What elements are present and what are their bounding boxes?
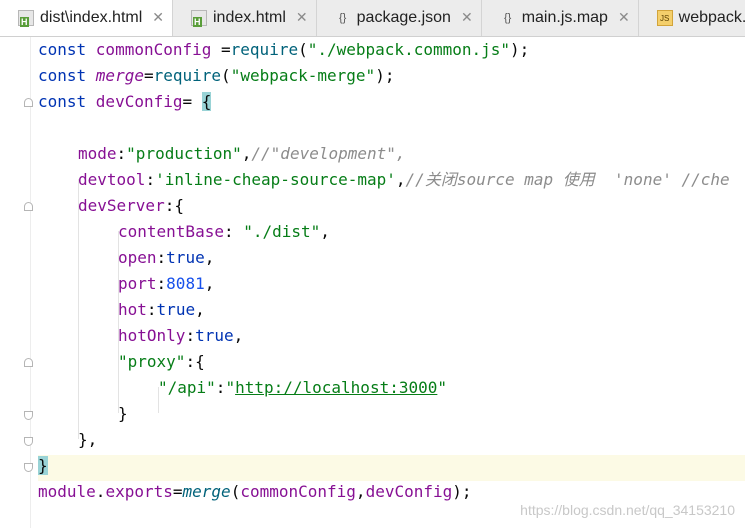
- current-line-highlight: [38, 455, 745, 481]
- json-file-icon: [500, 10, 516, 26]
- code-line-14: "/api":"http://localhost:3000": [158, 378, 448, 397]
- html-file-icon: [18, 10, 34, 27]
- code-line-10: port:8081,: [118, 274, 215, 293]
- html-file-icon: [191, 10, 207, 27]
- matched-brace: {: [201, 92, 212, 111]
- close-tab-icon[interactable]: ✕: [461, 10, 473, 26]
- code-line-3: const devConfig= {: [38, 92, 212, 111]
- code-line-1: const commonConfig =require("./webpack.c…: [38, 40, 530, 59]
- tab-main-js-map[interactable]: main.js.map ✕: [482, 0, 639, 36]
- tab-label: main.js.map: [521, 9, 608, 26]
- matched-brace: }: [38, 456, 48, 475]
- tab-label: webpack.co: [678, 9, 745, 26]
- code-line-11: hot:true,: [118, 300, 205, 319]
- code-line-6: devtool:'inline-cheap-source-map',//关闭so…: [78, 170, 730, 189]
- tab-index-html[interactable]: index.html ✕: [173, 0, 317, 36]
- js-file-icon: [656, 10, 673, 26]
- code-line-15: }: [118, 404, 128, 423]
- close-tab-icon[interactable]: ✕: [296, 10, 308, 26]
- tab-package-json[interactable]: package.json ✕: [317, 0, 482, 36]
- close-tab-icon[interactable]: ✕: [618, 10, 630, 26]
- fold-expanded-icon[interactable]: [24, 202, 33, 211]
- tab-label: package.json: [356, 9, 451, 26]
- tab-label: dist\index.html: [40, 9, 143, 26]
- code-line-18: module.exports=merge(commonConfig,devCon…: [38, 482, 472, 501]
- tab-label: index.html: [213, 9, 286, 26]
- fold-collapse-end-icon[interactable]: [24, 463, 33, 472]
- editor-tab-bar: dist\index.html ✕ index.html ✕ package.j…: [0, 0, 745, 37]
- fold-expanded-icon[interactable]: [24, 358, 33, 367]
- code-line-5: mode:"production",//"development",: [78, 144, 406, 163]
- code-line-2: const merge=require("webpack-merge");: [38, 66, 395, 85]
- code-line-9: open:true,: [118, 248, 215, 267]
- code-line-12: hotOnly:true,: [118, 326, 244, 345]
- json-file-icon: [335, 10, 351, 26]
- code-line-17: }: [38, 453, 48, 479]
- code-line-13: "proxy":{: [118, 352, 205, 371]
- tab-dist-index-html[interactable]: dist\index.html ✕: [0, 0, 173, 36]
- fold-expanded-icon[interactable]: [24, 98, 33, 107]
- tab-webpack-config[interactable]: webpack.co: [639, 0, 745, 36]
- localhost-link[interactable]: http://localhost:3000: [235, 378, 437, 397]
- code-line-8: contentBase: "./dist",: [118, 222, 330, 241]
- fold-collapse-end-icon[interactable]: [24, 411, 33, 420]
- watermark: https://blog.csdn.net/qq_34153210: [520, 502, 735, 518]
- close-tab-icon[interactable]: ✕: [152, 10, 164, 26]
- fold-collapse-end-icon[interactable]: [24, 437, 33, 446]
- code-line-16: },: [78, 430, 98, 449]
- editor-gutter: [0, 37, 33, 528]
- code-line-7: devServer:{: [78, 196, 184, 215]
- code-editor[interactable]: const commonConfig =require("./webpack.c…: [38, 37, 745, 528]
